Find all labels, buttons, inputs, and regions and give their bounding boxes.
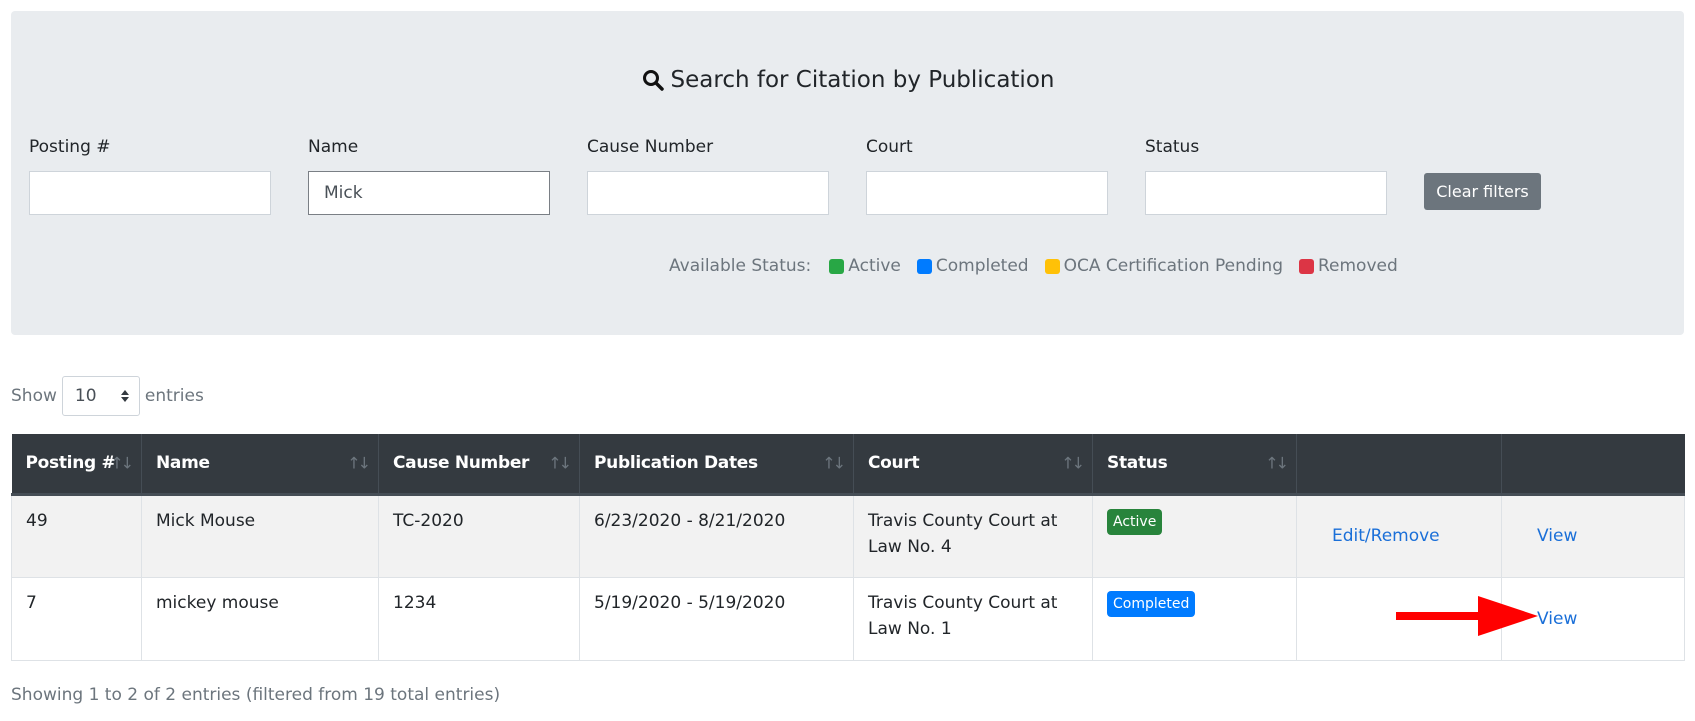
legend-item-oca-pending: OCA Certification Pending (1044, 256, 1283, 276)
cause-number-filter-label: Cause Number (587, 137, 714, 157)
legend-label: Available Status: (669, 256, 812, 276)
cell-name: Mick Mouse (141, 493, 379, 578)
cause-number-filter: Cause Number (587, 137, 829, 215)
view-link[interactable]: View (1537, 609, 1577, 629)
entries-length-control: Show 10 entries (11, 376, 204, 416)
cell-cause-number: 1234 (378, 576, 580, 661)
cell-edit: Edit/Remove (1296, 493, 1502, 578)
oca-pending-swatch-icon (1044, 258, 1060, 274)
cell-court: Travis County Court at Law No. 1 (853, 576, 1093, 661)
sort-icon: ↑↓ (347, 453, 371, 473)
sort-icon: ↑↓ (548, 453, 572, 473)
status-badge: Completed (1107, 590, 1196, 617)
column-header-view (1501, 434, 1685, 496)
legend-item-active: Active (829, 256, 901, 276)
cell-posting: 7 (11, 576, 142, 661)
cell-view: View (1501, 493, 1685, 578)
table-row: 49 Mick Mouse TC-2020 6/23/2020 - 8/21/2… (11, 493, 1685, 578)
status-legend: Available Status: Active Completed OCA C… (669, 256, 1414, 276)
status-badge: Active (1107, 508, 1163, 535)
name-filter-input[interactable] (308, 171, 550, 215)
name-filter: Name (308, 137, 550, 215)
legend-item-completed: Completed (916, 256, 1029, 276)
table-info: Showing 1 to 2 of 2 entries (filtered fr… (11, 685, 501, 705)
posting-filter: Posting # (29, 137, 271, 215)
show-label: Show (11, 386, 57, 406)
court-filter-label: Court (866, 137, 913, 157)
court-filter-input[interactable] (866, 171, 1108, 215)
cell-posting: 49 (11, 493, 142, 578)
red-arrow-annotation-icon (1396, 596, 1538, 636)
removed-swatch-icon (1298, 258, 1314, 274)
entries-label: entries (144, 386, 204, 406)
active-swatch-icon (829, 258, 845, 274)
sort-icon: ↑↓ (822, 453, 846, 473)
cell-publication-dates: 5/19/2020 - 5/19/2020 (579, 576, 854, 661)
panel-title-text: Search for Citation by Publication (670, 67, 1055, 93)
entries-per-page-select[interactable]: 10 (61, 376, 140, 416)
cell-cause-number: TC-2020 (378, 493, 580, 578)
sort-icon: ↑↓ (110, 453, 134, 473)
status-filter: Status (1145, 137, 1387, 215)
legend-item-removed: Removed (1298, 256, 1398, 276)
status-filter-label: Status (1145, 137, 1200, 157)
posting-filter-label: Posting # (29, 137, 111, 157)
clear-filters-button[interactable]: Clear filters (1424, 173, 1541, 210)
search-panel: Search for Citation by Publication Posti… (11, 11, 1684, 335)
entries-per-page-value: 10 (74, 386, 97, 406)
table-header-row: Posting # ↑↓ Name ↑↓ Cause Number ↑↓ Public… (11, 434, 1685, 496)
cell-status: Active (1092, 493, 1297, 578)
cell-name: mickey mouse (141, 576, 379, 661)
view-link[interactable]: View (1537, 526, 1577, 546)
column-header-status[interactable]: Status ↑↓ (1092, 434, 1297, 496)
column-header-court[interactable]: Court ↑↓ (853, 434, 1093, 496)
column-header-posting[interactable]: Posting # ↑↓ (11, 434, 142, 496)
posting-filter-input[interactable] (29, 171, 271, 215)
column-header-publication-dates[interactable]: Publication Dates ↑↓ (579, 434, 854, 496)
status-filter-input[interactable] (1145, 171, 1387, 215)
panel-title: Search for Citation by Publication (11, 67, 1684, 93)
cell-court: Travis County Court at Law No. 4 (853, 493, 1093, 578)
cell-status: Completed (1092, 576, 1297, 661)
edit-remove-link[interactable]: Edit/Remove (1332, 526, 1440, 546)
cell-publication-dates: 6/23/2020 - 8/21/2020 (579, 493, 854, 578)
completed-swatch-icon (916, 258, 932, 274)
column-header-name[interactable]: Name ↑↓ (141, 434, 379, 496)
select-updown-icon (120, 390, 129, 402)
court-filter: Court (866, 137, 1108, 215)
column-header-cause-number[interactable]: Cause Number ↑↓ (378, 434, 580, 496)
sort-icon: ↑↓ (1265, 453, 1289, 473)
sort-icon: ↑↓ (1061, 453, 1085, 473)
name-filter-label: Name (308, 137, 359, 157)
cause-number-filter-input[interactable] (587, 171, 829, 215)
column-header-edit (1296, 434, 1502, 496)
search-icon (642, 70, 664, 91)
